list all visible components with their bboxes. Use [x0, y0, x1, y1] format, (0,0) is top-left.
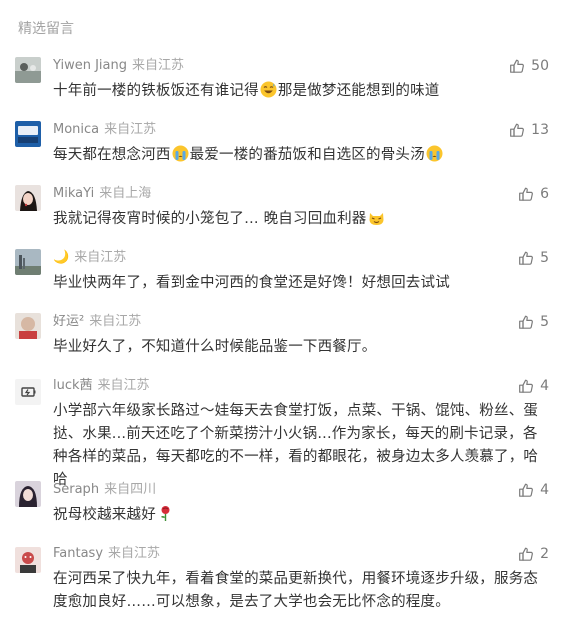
crying-face-emoji	[172, 145, 189, 162]
grinning-sweat-emoji	[260, 81, 277, 98]
comment-text-part: 我就记得夜宵时候的小笼包了… 晚自习回血利器	[53, 211, 367, 227]
avatar[interactable]	[15, 57, 41, 83]
avatar[interactable]	[15, 313, 41, 339]
nickname[interactable]: Fantasy	[53, 546, 103, 561]
thumbs-up-icon	[518, 378, 534, 394]
comment-text: 毕业快两年了，看到金中河西的食堂还是好馋！好想回去试试	[53, 272, 548, 295]
like-button[interactable]: 13	[509, 121, 549, 139]
location: 来自江苏	[104, 122, 157, 137]
nickname[interactable]: 好运²	[53, 314, 84, 329]
avatar[interactable]	[15, 481, 41, 507]
nickname[interactable]: 🌙	[53, 250, 69, 265]
avatar[interactable]	[15, 547, 41, 573]
like-button[interactable]: 4	[518, 481, 549, 499]
nickname[interactable]: Seraph	[53, 482, 99, 497]
comment-text: 我就记得夜宵时候的小笼包了… 晚自习回血利器	[53, 208, 548, 231]
thumbs-up-icon	[509, 58, 525, 74]
like-button[interactable]: 2	[518, 545, 549, 563]
comment-text-part: 十年前一楼的铁板饭还有谁记得	[53, 83, 259, 99]
like-count: 4	[540, 482, 549, 498]
avatar[interactable]	[15, 249, 41, 275]
comment-text: 小学部六年级家长路过～娃每天去食堂打饭，点菜、干锅、馄饨、粉丝、蛋挞、水果...…	[53, 400, 548, 492]
thumbs-up-icon	[509, 122, 525, 138]
nickname[interactable]: MikaYi	[53, 186, 94, 201]
thumbs-up-icon	[518, 186, 534, 202]
comment-text-part: 那是做梦还能想到的味道	[277, 83, 440, 99]
like-count: 5	[540, 250, 549, 266]
thumbs-up-icon	[518, 482, 534, 498]
location: 来自江苏	[97, 378, 150, 393]
comment-text-part: 最爱一楼的番茄饭和自选区的骨头汤	[189, 147, 425, 163]
location: 来自江苏	[132, 58, 185, 73]
like-count: 50	[531, 58, 549, 74]
location: 来自上海	[99, 186, 152, 201]
like-count: 2	[540, 546, 549, 562]
comment-meta: MikaYi 来自上海	[53, 185, 151, 203]
comment-text: 十年前一楼的铁板饭还有谁记得 那是做梦还能想到的味道	[53, 80, 548, 103]
comment-text: 祝母校越来越好	[53, 504, 548, 527]
like-count: 13	[531, 122, 549, 138]
like-button[interactable]: 5	[518, 249, 549, 267]
like-count: 4	[540, 378, 549, 394]
comment-meta: luck茜 来自江苏	[53, 377, 150, 395]
comment-meta: Monica 来自江苏	[53, 121, 156, 139]
location: 来自江苏	[74, 250, 127, 265]
comment-meta: Seraph 来自四川	[53, 481, 156, 499]
comment-text: 在河西呆了快九年，看着食堂的菜品更新换代，用餐环境逐步升级，服务态度愈加良好………	[53, 568, 548, 614]
thumbs-up-icon	[518, 546, 534, 562]
comment-meta: Yiwen Jiang 来自江苏	[53, 57, 184, 75]
like-button[interactable]: 5	[518, 313, 549, 331]
like-count: 5	[540, 314, 549, 330]
cat-face-emoji	[368, 209, 385, 226]
avatar[interactable]	[15, 379, 41, 405]
comment-text-part: 在河西呆了快九年，看着食堂的菜品更新换代，用餐环境逐步升级，服务态度愈加良好………	[53, 571, 539, 610]
thumbs-up-icon	[518, 250, 534, 266]
thumbs-up-icon	[518, 314, 534, 330]
comment-text-part: 祝母校越来越好	[53, 507, 156, 523]
avatar[interactable]	[15, 121, 41, 147]
comment-text-part: 每天都在想念河西	[53, 147, 171, 163]
comment-text-part: 毕业好久了，不知道什么时候能品鉴一下西餐厅。	[53, 339, 377, 355]
comment-text: 毕业好久了，不知道什么时候能品鉴一下西餐厅。	[53, 336, 548, 359]
comment-text: 每天都在想念河西 最爱一楼的番茄饭和自选区的骨头汤	[53, 144, 548, 167]
like-button[interactable]: 50	[509, 57, 549, 75]
like-count: 6	[540, 186, 549, 202]
comment-meta: Fantasy 来自江苏	[53, 545, 160, 563]
nickname[interactable]: Monica	[53, 122, 99, 137]
location: 来自江苏	[89, 314, 142, 329]
location: 来自四川	[104, 482, 157, 497]
section-title: 精选留言	[18, 21, 74, 37]
like-button[interactable]: 6	[518, 185, 549, 203]
comment-meta: 好运² 来自江苏	[53, 313, 141, 331]
rose-emoji	[157, 505, 174, 522]
comment-text-part: 毕业快两年了，看到金中河西的食堂还是好馋！好想回去试试	[53, 275, 450, 291]
location: 来自江苏	[108, 546, 161, 561]
comment-meta: 🌙 来自江苏	[53, 249, 126, 267]
nickname[interactable]: Yiwen Jiang	[53, 58, 127, 73]
nickname[interactable]: luck茜	[53, 378, 93, 393]
comment-text-part: 小学部六年级家长路过～娃每天去食堂打饭，点菜、干锅、馄饨、粉丝、蛋挞、水果...…	[53, 403, 539, 488]
like-button[interactable]: 4	[518, 377, 549, 395]
avatar[interactable]	[15, 185, 41, 211]
crying-face-emoji	[426, 145, 443, 162]
